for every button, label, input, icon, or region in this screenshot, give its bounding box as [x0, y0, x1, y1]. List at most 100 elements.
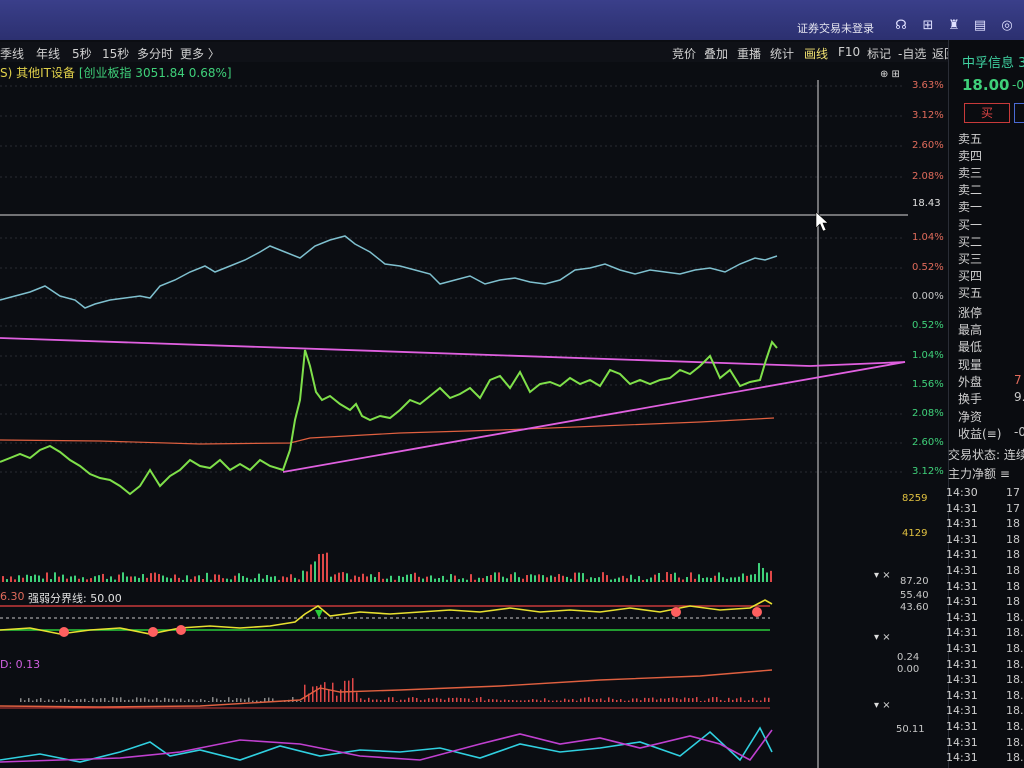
indicator2-bar — [24, 700, 26, 702]
volume-bar — [270, 576, 272, 582]
volume-bar — [142, 574, 144, 582]
signal-dot — [148, 627, 158, 637]
intraday-chart[interactable] — [0, 60, 948, 768]
volume-bar — [714, 575, 716, 582]
volume-bar — [434, 578, 436, 582]
indicator2-bar — [408, 697, 410, 702]
stat-value: -0 — [1014, 425, 1024, 439]
indicator2-bar — [420, 700, 422, 702]
indicator2-bar — [336, 695, 338, 702]
buy-button[interactable]: 买 — [964, 103, 1010, 123]
volume-bar — [326, 552, 328, 582]
volume-bar — [206, 572, 208, 582]
pct-label: 0.52% — [912, 262, 944, 273]
indicator2-bar — [764, 697, 766, 702]
indicator2-bar — [548, 700, 550, 702]
tick-price: 18 — [1006, 579, 1020, 593]
volume-bar — [50, 579, 52, 582]
volume-bar — [490, 574, 492, 582]
volume-bar — [250, 579, 252, 582]
grid-icon[interactable]: ⊞ — [920, 18, 936, 34]
indicator3-magenta-line — [0, 729, 773, 763]
indicator2-bar — [700, 700, 702, 702]
signal-dot — [752, 607, 762, 617]
volume-bar — [542, 575, 544, 582]
stock-name-tail: 3 — [1018, 56, 1024, 71]
indicator2-bar — [76, 699, 78, 702]
volume-bar — [18, 575, 20, 582]
tick-price: 18.0 — [1006, 657, 1024, 671]
volume-bar — [718, 572, 720, 582]
stock-name-text: 中孚信息 — [962, 56, 1015, 71]
volume-bar — [614, 578, 616, 582]
indicator1-axis: 87.20 — [900, 576, 929, 587]
tick-time: 14:31 — [946, 751, 978, 765]
indicator3-axis: 50.11 — [896, 724, 925, 735]
shirt-icon[interactable]: ♜ — [946, 18, 962, 34]
volume-bar — [770, 570, 772, 582]
tick-price: 18 — [1006, 595, 1020, 609]
collapse-arrow-icon[interactable]: ▾ × — [874, 632, 891, 643]
indicator2-bar — [696, 697, 698, 702]
tick-price: 17 — [1006, 501, 1020, 515]
volume-bar — [190, 579, 192, 582]
indicator2-bar — [456, 697, 458, 702]
menu-f10[interactable]: F10 — [838, 45, 860, 59]
collapse-arrow-icon[interactable]: ▾ × — [874, 570, 891, 581]
indicator2-bar — [612, 698, 614, 702]
volume-bar — [582, 573, 584, 582]
sell-button[interactable] — [1014, 103, 1024, 123]
volume-bar — [162, 575, 164, 582]
volume-bar — [742, 573, 744, 582]
volume-bar — [378, 572, 380, 582]
document-icon[interactable]: ▤ — [972, 18, 988, 34]
indicator2-bar — [656, 699, 658, 702]
indicator2-bar — [592, 699, 594, 702]
indicator2-bar — [688, 698, 690, 702]
volume-bar — [710, 577, 712, 582]
volume-bar — [602, 572, 604, 582]
volume-bar — [658, 573, 660, 582]
indicator2-bar — [724, 700, 726, 702]
indicator2-bar — [424, 699, 426, 702]
indicator2-bar — [732, 699, 734, 702]
volume-bar — [430, 575, 432, 582]
volume-bar — [382, 578, 384, 582]
target-icon[interactable]: ◎ — [999, 18, 1015, 34]
price-grid — [0, 85, 905, 473]
volume-bar — [562, 575, 564, 582]
order-level: 卖三 — [958, 166, 983, 180]
headset-icon[interactable]: ☊ — [893, 18, 909, 34]
main-capital[interactable]: 主力净额 ≡ — [948, 465, 1010, 482]
volume-bar — [258, 573, 260, 582]
tick-price: 18.0 — [1006, 704, 1024, 718]
stat-label: 最低 — [958, 340, 983, 354]
order-level: 买五 — [958, 286, 983, 300]
indicator2-bar — [224, 700, 226, 702]
collapse-arrow-icon[interactable]: ▾ × — [874, 700, 891, 711]
indicator2-bar — [200, 698, 202, 702]
volume-bar — [570, 578, 572, 582]
volume-bar — [662, 579, 664, 582]
indicator2-bar — [668, 697, 670, 702]
indicator2-label: D: 0.13 — [0, 658, 41, 671]
indicator2-bar — [740, 697, 742, 702]
tick-price: 17 — [1006, 486, 1020, 499]
indicator2-bar — [20, 698, 22, 702]
pct-label: 1.56% — [912, 379, 944, 390]
indicator2-bar — [756, 700, 758, 702]
expand-icon[interactable]: ⊕ ⊞ — [880, 69, 900, 80]
indicator2-bar — [104, 697, 106, 702]
tick-time: 14:31 — [946, 657, 978, 671]
volume-bar — [150, 573, 152, 582]
login-status[interactable]: 证券交易未登录 — [797, 20, 874, 36]
stock-name[interactable]: 中孚信息 3 — [962, 52, 1024, 71]
indicator2-bar — [36, 699, 38, 702]
volume-bar — [534, 575, 536, 582]
indicator2-bar — [320, 684, 322, 702]
indicator2-bar — [384, 699, 386, 702]
volume-bar — [686, 577, 688, 582]
indicator2-bar — [484, 700, 486, 702]
volume-bar — [558, 574, 560, 582]
indicator2-axis: 0.00 — [897, 664, 920, 675]
